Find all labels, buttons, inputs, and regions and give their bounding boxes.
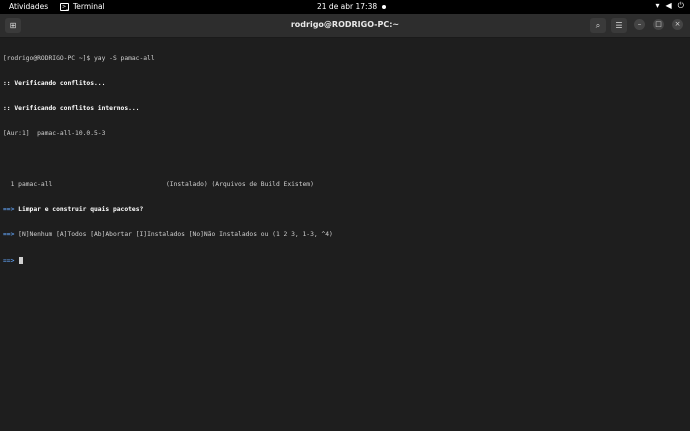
text-cursor bbox=[19, 256, 24, 264]
maximize-button[interactable]: □ bbox=[653, 19, 664, 30]
terminal-line: :: Verificando conflitos internos... bbox=[3, 105, 140, 113]
search-button[interactable]: ⌕ bbox=[590, 18, 606, 33]
minimize-button[interactable]: – bbox=[634, 19, 645, 30]
hamburger-icon: ☰ bbox=[615, 21, 623, 30]
maximize-icon: □ bbox=[655, 20, 662, 28]
terminal-output[interactable]: [rodrigo@RODRIGO-PC ~]$ yay -S pamac-all… bbox=[3, 38, 687, 428]
close-icon: × bbox=[674, 20, 681, 28]
prompt-arrow: ==> bbox=[3, 257, 19, 265]
app-menu[interactable]: >_ Terminal bbox=[60, 2, 105, 11]
system-menu[interactable]: ▾ ◀ ⏻ bbox=[656, 1, 685, 11]
menu-button[interactable]: ☰ bbox=[611, 18, 627, 33]
prompt-arrow: ==> bbox=[3, 231, 19, 239]
top-panel: Atividades >_ Terminal 21 de abr 17:38 ▾… bbox=[0, 0, 690, 14]
volume-icon: ◀ bbox=[665, 1, 672, 10]
search-icon: ⌕ bbox=[595, 21, 601, 30]
network-icon: ▾ bbox=[655, 1, 660, 10]
clock[interactable]: 21 de abr 17:38 bbox=[317, 2, 377, 11]
app-name: Terminal bbox=[73, 2, 105, 11]
activities-button[interactable]: Atividades bbox=[9, 2, 48, 11]
terminal-icon: >_ bbox=[60, 2, 69, 11]
close-button[interactable]: × bbox=[672, 19, 683, 30]
terminal-input-line[interactable]: ==> bbox=[3, 256, 687, 266]
terminal-line: ==> [N]Nenhum [A]Todos [Ab]Abortar [I]In… bbox=[3, 231, 333, 239]
power-icon: ⏻ bbox=[677, 1, 684, 10]
terminal-line: [Aur:1] pamac-all-10.0.5-3 bbox=[3, 130, 106, 138]
notification-dot-icon bbox=[382, 5, 386, 9]
minimize-icon: – bbox=[637, 20, 642, 28]
terminal-line: :: Verificando conflitos... bbox=[3, 80, 106, 88]
window-title: rodrigo@RODRIGO-PC:~ bbox=[290, 20, 400, 29]
window-headerbar: ⊞ rodrigo@RODRIGO-PC:~ ⌕ ☰ – □ × bbox=[0, 14, 690, 38]
terminal-line: ==> Limpar e construir quais pacotes? bbox=[3, 206, 144, 214]
prompt-arrow: ==> bbox=[3, 206, 19, 214]
terminal-line: [rodrigo@RODRIGO-PC ~]$ yay -S pamac-all bbox=[3, 54, 155, 62]
terminal-line: 1 pamac-all (Instalado) (Arquivos de Bui… bbox=[3, 180, 314, 188]
